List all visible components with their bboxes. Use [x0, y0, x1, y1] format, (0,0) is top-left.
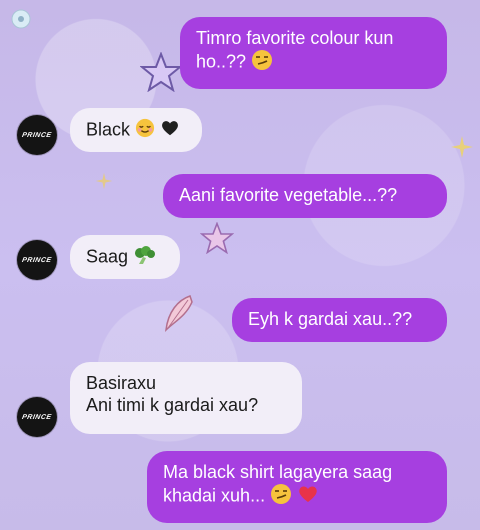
broccoli-emoji-icon: [133, 245, 157, 270]
message-text-line: Timro favorite colour kun: [196, 28, 394, 48]
avatar[interactable]: PRINCE: [17, 397, 57, 437]
smirk-emoji-icon: [270, 483, 292, 510]
message-text-line: Ma black shirt lagayera saag: [163, 462, 393, 482]
message-text: Black: [86, 119, 131, 140]
message-bubble-sent[interactable]: Timro favorite colour kun ho..??: [180, 17, 447, 89]
relieved-face-emoji-icon: [135, 118, 155, 143]
message-bubble-sent[interactable]: Aani favorite vegetable...??: [163, 174, 447, 218]
message-text: Saag: [86, 246, 129, 267]
message-text-line: Basiraxu: [86, 373, 157, 393]
avatar[interactable]: PRINCE: [17, 115, 57, 155]
message-bubble-sent[interactable]: Eyh k gardai xau..??: [232, 298, 447, 342]
message-bubble-received[interactable]: Basiraxu Ani timi k gardai xau?: [70, 362, 302, 434]
message-text: Eyh k gardai xau..??: [248, 309, 413, 329]
message-bubble-received[interactable]: Saag: [70, 235, 180, 279]
black-heart-icon: [160, 118, 180, 143]
smirk-emoji-icon: [251, 49, 273, 76]
message-text-line: khadai xuh...: [163, 485, 266, 506]
message-text-line: Ani timi k gardai xau?: [86, 395, 259, 415]
message-bubble-received[interactable]: Black: [70, 108, 202, 152]
red-heart-icon: [297, 483, 319, 510]
message-text-line: ho..??: [196, 51, 247, 72]
message-bubble-sent[interactable]: Ma black shirt lagayera saag khadai xuh.…: [147, 451, 447, 523]
message-text: Aani favorite vegetable...??: [179, 185, 398, 205]
avatar[interactable]: PRINCE: [17, 240, 57, 280]
